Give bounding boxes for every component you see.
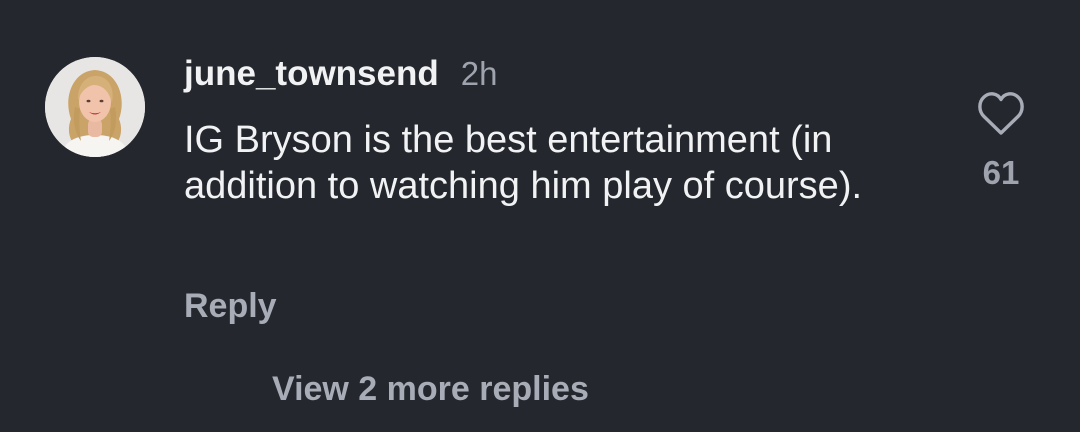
reply-button[interactable]: Reply	[184, 285, 277, 327]
comment-text: IG Bryson is the best entertainment (in …	[184, 119, 863, 207]
view-more-replies-button[interactable]: View 2 more replies	[272, 368, 589, 410]
comment-item: june_townsend 2h IG Bryson is the best e…	[0, 0, 1080, 432]
avatar[interactable]	[45, 57, 145, 157]
avatar-photo	[45, 57, 145, 157]
like-count: 61	[982, 154, 1020, 191]
timestamp: 2h	[460, 55, 498, 92]
like-button[interactable]	[976, 90, 1026, 138]
heart-outline-icon	[978, 92, 1024, 135]
username[interactable]: june_townsend	[184, 52, 439, 96]
comment-header: june_townsend 2h	[184, 52, 497, 96]
